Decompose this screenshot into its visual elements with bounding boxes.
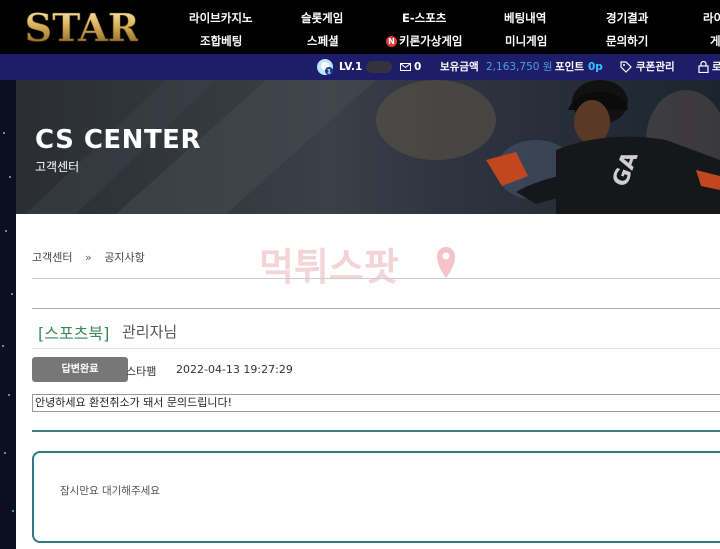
post-author: 관리자님 [122,323,178,341]
reply-box: 잠시만요 대기해주세요 [32,451,720,543]
post-body: 안녕하세요 환전취소가 돼서 문의드립니다! [32,394,720,412]
user-level: LV.1 [339,61,363,73]
level-icon: 1 [317,59,333,76]
star-logo[interactable]: STAR [26,2,138,52]
message-count[interactable]: 0 [414,54,421,80]
breadcrumb-current[interactable]: 공지사항 [104,251,144,264]
nav-live-casino[interactable]: 라이브카지노 [189,10,252,26]
status-badge: 답변완료 [32,357,128,382]
divider [32,278,720,279]
mail-icon[interactable] [400,63,411,71]
watermark-logo: 먹튀스팟 [259,245,455,288]
breadcrumb-root[interactable]: 고객센터 [32,251,72,264]
banner-subtitle: 고객센터 [35,160,80,174]
balance-value: 2,163,750 원 [486,61,553,73]
coupon-tag-icon [620,61,632,73]
top-navigation: STAR 라이브카지노 슬롯게임 E-스포츠 베팅내역 경기결과 라이 조합베팅… [0,0,720,54]
cs-center-banner: GA CS CENTER 고객센터 [16,80,720,214]
divider [32,430,720,432]
nav-mini-game[interactable]: 미니게임 [505,33,547,49]
reply-text: 잠시만요 대기해주세요 [60,485,160,497]
user-info-bar: 1 LV.1 0 보유금액 2,163,750 원 포인트 0p 쿠폰관리 로 [0,54,720,80]
masked-username [366,61,392,73]
nav-game-results[interactable]: 경기결과 [606,10,648,26]
breadcrumb: 고객센터 » 공지사항 [32,249,145,265]
nav-kiron-label: 키론가상게임 [399,34,463,48]
divider [32,308,720,309]
divider [32,348,720,349]
breadcrumb-separator: » [84,251,92,264]
nav-live-cut[interactable]: 라이 [703,10,720,26]
new-badge-icon: N [386,36,397,47]
svg-text:먹튀스팟: 먹튀스팟 [259,245,399,288]
nav-board-cut[interactable]: 게 [710,33,720,49]
point-value: 0p [588,61,603,73]
nav-kiron-virtual[interactable]: N 키론가상게임 [386,33,462,49]
coupon-manage-link[interactable]: 쿠폰관리 [636,54,675,80]
point-label: 포인트 [555,61,584,73]
starry-background [0,80,16,549]
nav-combo-bet[interactable]: 조합베팅 [200,33,242,49]
balance-label: 보유금액 [440,61,479,73]
post-date: 2022-04-13 19:27:29 [176,363,293,376]
banner-title: CS CENTER [35,125,201,155]
post-category: [스포츠북] [38,324,110,343]
svg-text:STAR: STAR [26,5,138,50]
nav-esports[interactable]: E-스포츠 [402,10,446,26]
logout-link-cut[interactable]: 로 [712,54,720,80]
lock-icon [698,61,709,73]
nav-special[interactable]: 스페셜 [307,33,339,49]
post-detail-panel: 고객센터 » 공지사항 먹튀스팟 [스포츠북] 관리자님 답변완료 스타팸 20… [16,214,720,549]
nav-inquiry[interactable]: 문의하기 [606,33,648,49]
svg-text:1: 1 [327,69,331,76]
nav-slot-game[interactable]: 슬롯게임 [301,10,343,26]
post-writer: 스타팸 [126,365,157,378]
nav-bet-history[interactable]: 베팅내역 [504,10,546,26]
